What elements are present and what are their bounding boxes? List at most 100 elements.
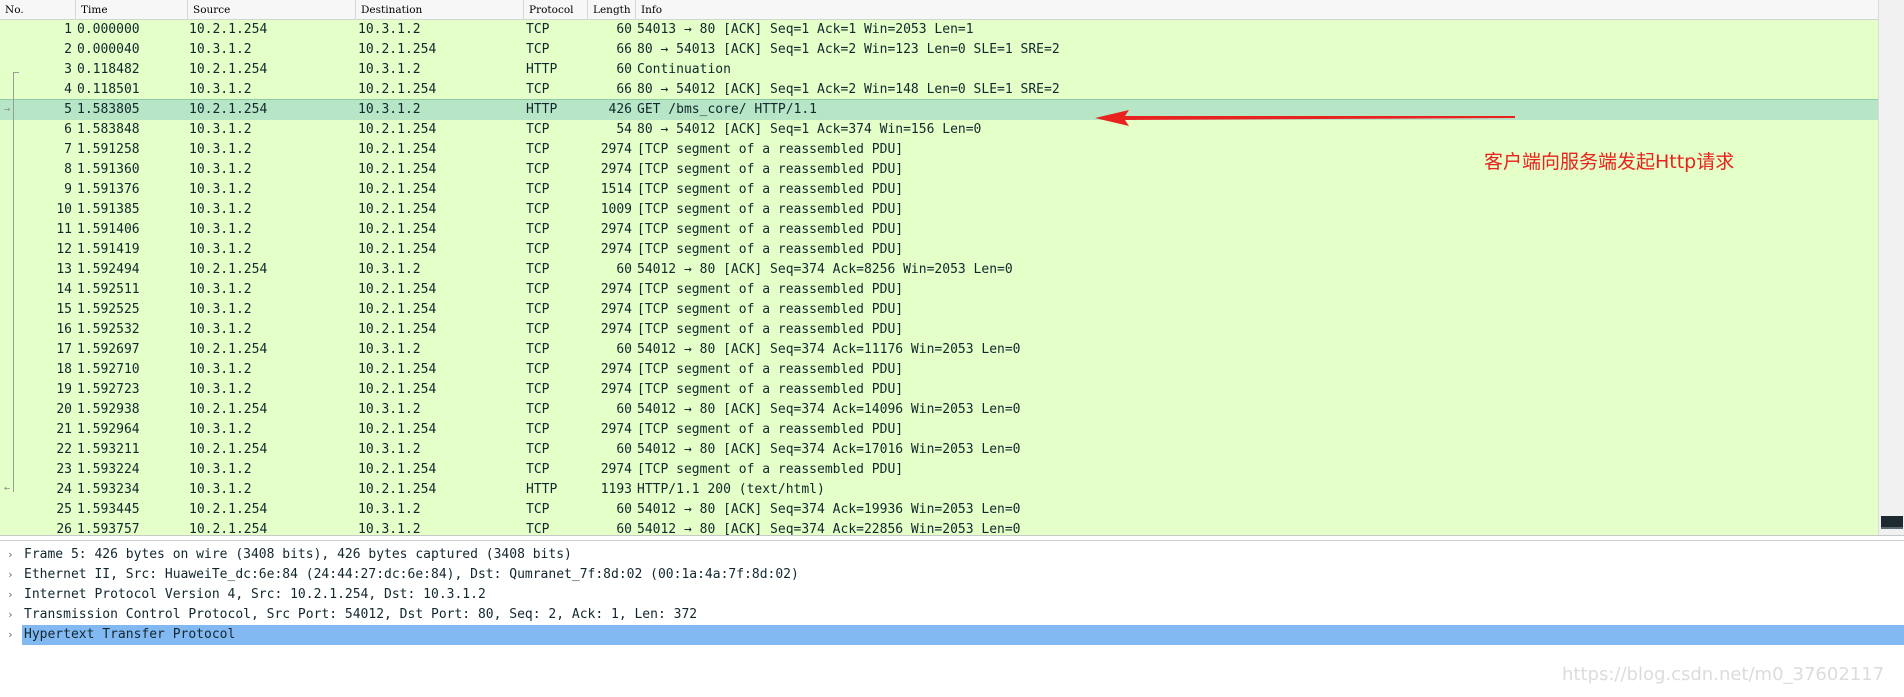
packet-destination-cell: 10.3.1.2 <box>358 102 421 117</box>
detail-selection-highlight <box>22 625 1904 645</box>
packet-destination-cell: 10.3.1.2 <box>358 502 421 517</box>
packet-row[interactable]: 5 1.583805 10.2.1.254 10.3.1.2 HTTP 426 GET /b… <box>0 99 1878 121</box>
packet-length-cell: 2974 <box>600 462 632 477</box>
packet-destination-cell: 10.2.1.254 <box>358 362 437 377</box>
packet-info-cell: [TCP segment of a reassembled PDU] <box>637 222 904 237</box>
detail-tree-item[interactable]: › Transmission Control Protocol, Src Port… <box>0 605 1904 625</box>
response-arrow-icon: ← <box>4 483 11 494</box>
packet-info-cell: 80 → 54012 [ACK] Seq=1 Ack=2 Win=148 Len… <box>637 82 1060 97</box>
expand-chevron-icon[interactable]: › <box>7 625 17 645</box>
packet-info-cell: [TCP segment of a reassembled PDU] <box>637 302 904 317</box>
packet-no-cell: 6 <box>64 122 72 137</box>
packet-time-cell: 1.593757 <box>77 522 140 536</box>
packet-row[interactable]: 23 1.593224 10.3.1.2 10.2.1.254 TCP 2974 [TCP … <box>0 460 1878 480</box>
packet-no-cell: 15 <box>56 302 72 317</box>
packet-row[interactable]: 26 1.593757 10.2.1.254 10.3.1.2 TCP 60 54012 →… <box>0 520 1878 536</box>
packet-row[interactable]: 3 0.118482 10.2.1.254 10.3.1.2 HTTP 60 Continu… <box>0 60 1878 80</box>
detail-tree-label: Internet Protocol Version 4, Src: 10.2.1… <box>24 587 486 602</box>
packet-row[interactable]: 16 1.592532 10.3.1.2 10.2.1.254 TCP 2974 [TCP … <box>0 320 1878 340</box>
packet-length-cell: 2974 <box>600 142 632 157</box>
packet-protocol-cell: TCP <box>526 282 550 297</box>
packet-destination-cell: 10.2.1.254 <box>358 302 437 317</box>
packet-length-cell: 66 <box>616 42 632 57</box>
packet-source-cell: 10.3.1.2 <box>189 222 252 237</box>
packet-info-cell: [TCP segment of a reassembled PDU] <box>637 382 904 397</box>
packet-no-cell: 16 <box>56 322 72 337</box>
packet-protocol-cell: TCP <box>526 522 550 536</box>
detail-tree-item[interactable]: › Internet Protocol Version 4, Src: 10.2.… <box>0 585 1904 605</box>
column-header-destination[interactable]: Destination <box>356 0 524 20</box>
packet-row[interactable]: 12 1.591419 10.3.1.2 10.2.1.254 TCP 2974 [TCP … <box>0 240 1878 260</box>
detail-tree-item[interactable]: › Hypertext Transfer Protocol <box>0 625 1904 645</box>
packet-protocol-cell: TCP <box>526 322 550 337</box>
column-header-length[interactable]: Length <box>588 0 636 20</box>
packet-length-cell: 2974 <box>600 302 632 317</box>
packet-row[interactable]: 21 1.592964 10.3.1.2 10.2.1.254 TCP 2974 [TCP … <box>0 420 1878 440</box>
expand-chevron-icon[interactable]: › <box>7 605 17 625</box>
packet-length-cell: 60 <box>616 62 632 77</box>
packet-row[interactable]: 20 1.592938 10.2.1.254 10.3.1.2 TCP 60 54012 →… <box>0 400 1878 420</box>
scrollbar-thumb-edge <box>1881 527 1903 529</box>
packet-length-cell: 60 <box>616 402 632 417</box>
expand-chevron-icon[interactable]: › <box>7 565 17 585</box>
packet-destination-cell: 10.2.1.254 <box>358 482 437 497</box>
packet-no-cell: 11 <box>56 222 72 237</box>
packet-row[interactable]: 13 1.592494 10.2.1.254 10.3.1.2 TCP 60 54012 →… <box>0 260 1878 280</box>
packet-info-cell: [TCP segment of a reassembled PDU] <box>637 242 904 257</box>
packet-row[interactable]: 15 1.592525 10.3.1.2 10.2.1.254 TCP 2974 [TCP … <box>0 300 1878 320</box>
packet-time-cell: 1.592964 <box>77 422 140 437</box>
column-header-source[interactable]: Source <box>188 0 356 20</box>
packet-no-cell: 4 <box>64 82 72 97</box>
detail-tree-item[interactable]: › Ethernet II, Src: HuaweiTe_dc:6e:84 (24… <box>0 565 1904 585</box>
packet-row[interactable]: 1 0.000000 10.2.1.254 10.3.1.2 TCP 60 54013 → … <box>0 20 1878 40</box>
packet-protocol-cell: TCP <box>526 42 550 57</box>
packet-length-cell: 60 <box>616 22 632 37</box>
packet-source-cell: 10.3.1.2 <box>189 122 252 137</box>
packet-row[interactable]: 4 0.118501 10.3.1.2 10.2.1.254 TCP 66 80 → 540… <box>0 80 1878 100</box>
packet-protocol-cell: TCP <box>526 262 550 277</box>
packet-destination-cell: 10.2.1.254 <box>358 82 437 97</box>
packet-row[interactable]: 2 0.000040 10.3.1.2 10.2.1.254 TCP 66 80 → 540… <box>0 40 1878 60</box>
packet-row[interactable]: 19 1.592723 10.3.1.2 10.2.1.254 TCP 2974 [TCP … <box>0 380 1878 400</box>
packet-info-cell: 54012 → 80 [ACK] Seq=374 Ack=11176 Win=2… <box>637 342 1021 357</box>
column-header-time[interactable]: Time <box>76 0 188 20</box>
packet-source-cell: 10.3.1.2 <box>189 142 252 157</box>
expand-chevron-icon[interactable]: › <box>7 545 17 565</box>
packet-no-cell: 17 <box>56 342 72 357</box>
packet-row[interactable]: 22 1.593211 10.2.1.254 10.3.1.2 TCP 60 54012 →… <box>0 440 1878 460</box>
packet-row[interactable]: 14 1.592511 10.3.1.2 10.2.1.254 TCP 2974 [TCP … <box>0 280 1878 300</box>
packet-length-cell: 2974 <box>600 162 632 177</box>
packet-length-cell: 1193 <box>600 482 632 497</box>
packet-destination-cell: 10.3.1.2 <box>358 342 421 357</box>
packet-source-cell: 10.3.1.2 <box>189 82 252 97</box>
packet-destination-cell: 10.2.1.254 <box>358 422 437 437</box>
packet-source-cell: 10.3.1.2 <box>189 42 252 57</box>
detail-tree-item[interactable]: › Frame 5: 426 bytes on wire (3408 bits),… <box>0 545 1904 565</box>
packet-row[interactable]: 9 1.591376 10.3.1.2 10.2.1.254 TCP 1514 [TCP s… <box>0 180 1878 200</box>
column-header-protocol[interactable]: Protocol <box>524 0 588 20</box>
packet-info-cell: 80 → 54013 [ACK] Seq=1 Ack=2 Win=123 Len… <box>637 42 1060 57</box>
packet-row[interactable]: 6 1.583848 10.3.1.2 10.2.1.254 TCP 54 80 → 540… <box>0 120 1878 140</box>
column-header-info[interactable]: Info <box>636 0 1878 20</box>
packet-destination-cell: 10.3.1.2 <box>358 22 421 37</box>
packet-row[interactable]: 11 1.591406 10.3.1.2 10.2.1.254 TCP 2974 [TCP … <box>0 220 1878 240</box>
packet-info-cell: Continuation <box>637 62 731 77</box>
detail-tree-label: Ethernet II, Src: HuaweiTe_dc:6e:84 (24:… <box>24 567 799 582</box>
packet-row[interactable]: 24 1.593234 10.3.1.2 10.2.1.254 HTTP 1193 HTTP… <box>0 480 1878 500</box>
packet-row[interactable]: 10 1.591385 10.3.1.2 10.2.1.254 TCP 1009 [TCP … <box>0 200 1878 220</box>
packet-row[interactable]: 25 1.593445 10.2.1.254 10.3.1.2 TCP 60 54012 →… <box>0 500 1878 520</box>
packet-source-cell: 10.2.1.254 <box>189 102 268 117</box>
vertical-scrollbar[interactable] <box>1878 0 1904 535</box>
column-header-no[interactable]: No. <box>0 0 76 20</box>
packet-no-cell: 24 <box>56 482 72 497</box>
packet-source-cell: 10.3.1.2 <box>189 462 252 477</box>
packet-no-cell: 18 <box>56 362 72 377</box>
packet-row[interactable]: 18 1.592710 10.3.1.2 10.2.1.254 TCP 2974 [TCP … <box>0 360 1878 380</box>
expand-chevron-icon[interactable]: › <box>7 585 17 605</box>
packet-protocol-cell: TCP <box>526 402 550 417</box>
packet-row[interactable]: 17 1.592697 10.2.1.254 10.3.1.2 TCP 60 54012 →… <box>0 340 1878 360</box>
packet-destination-cell: 10.2.1.254 <box>358 182 437 197</box>
packet-length-cell: 60 <box>616 342 632 357</box>
packet-list-pane[interactable]: No. Time Source Destination Protocol Len… <box>0 0 1904 536</box>
packet-time-cell: 1.592525 <box>77 302 140 317</box>
